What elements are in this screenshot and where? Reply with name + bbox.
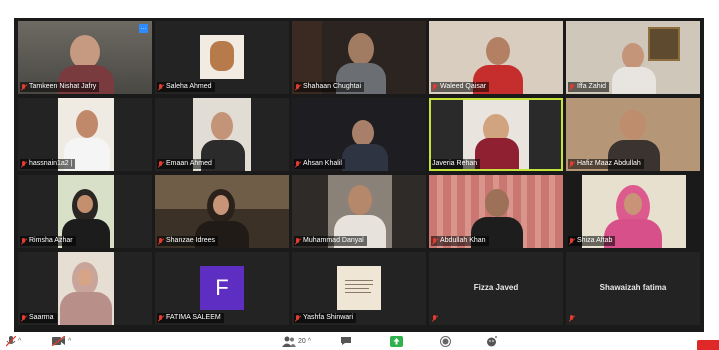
participant-name: Saleha Ahmed: [166, 83, 212, 90]
mic-muted-icon: [569, 237, 575, 245]
more-options-icon[interactable]: …: [139, 24, 148, 33]
video-tile[interactable]: Emaan Ahmed: [155, 98, 289, 171]
participant-name: Shiza Aftab: [577, 237, 613, 244]
participant-name: Rimsha Azhar: [29, 237, 73, 244]
mic-muted-icon: [295, 83, 301, 91]
video-tile[interactable]: Yashfa Shinwari: [292, 252, 426, 325]
mic-muted-icon: [21, 83, 27, 91]
reactions-button[interactable]: [486, 335, 498, 347]
video-tile[interactable]: Muhammad Danyal: [292, 175, 426, 248]
video-tile[interactable]: Rimsha Azhar: [18, 175, 152, 248]
participant-name: Ahsan Khalil: [303, 160, 342, 167]
video-tile[interactable]: Shawaizah fatima: [566, 252, 700, 325]
chevron-up-icon[interactable]: ^: [308, 338, 311, 345]
mute-button[interactable]: ^: [6, 335, 21, 347]
chat-button[interactable]: [340, 335, 352, 347]
participants-button[interactable]: 20 ^: [282, 335, 311, 347]
video-tile[interactable]: Fizza Javed: [429, 252, 563, 325]
participant-name: Tamkeen Nishat Jafry: [29, 83, 97, 90]
chevron-up-icon[interactable]: ^: [18, 338, 21, 345]
video-tile[interactable]: Shiza Aftab: [566, 175, 700, 248]
participant-name: Waleed Qaisar: [440, 83, 487, 90]
mic-muted-icon: [158, 83, 164, 91]
video-tile[interactable]: Waleed Qaisar: [429, 21, 563, 94]
participant-name: Shahaan Chughtai: [303, 83, 361, 90]
mic-muted-icon: [569, 83, 575, 91]
video-tile[interactable]: … Tamkeen Nishat Jafry: [18, 21, 152, 94]
meeting-toolbar: ^ ^ 20 ^: [0, 332, 719, 350]
video-tile[interactable]: Shahaan Chughtai: [292, 21, 426, 94]
mic-muted-icon: [432, 83, 438, 91]
participant-name: Emaan Ahmed: [166, 160, 212, 167]
zoom-meeting-window: … Tamkeen Nishat Jafry Saleha Ahmed Shah…: [0, 0, 719, 350]
share-screen-icon: [390, 335, 403, 347]
video-tile[interactable]: Saarma: [18, 252, 152, 325]
mic-muted-icon: [295, 314, 301, 322]
video-tile[interactable]: hassnain1a2 |: [18, 98, 152, 171]
video-tile-active-speaker[interactable]: Javeria Rehan: [429, 98, 563, 171]
participant-name: Hafiz Maaz Abdullah: [577, 160, 641, 167]
chat-icon: [341, 337, 351, 345]
video-tile[interactable]: F FATIMA SALEEM: [155, 252, 289, 325]
participant-name: Yashfa Shinwari: [303, 314, 354, 321]
reactions-icon: [487, 335, 497, 346]
mic-muted-icon: [569, 314, 575, 322]
record-button[interactable]: [440, 335, 451, 347]
mic-muted-icon: [432, 237, 438, 245]
mic-muted-icon: [158, 237, 164, 245]
chevron-up-icon[interactable]: ^: [68, 338, 71, 345]
mic-muted-icon: [21, 314, 27, 322]
participant-name: FATIMA SALEEM: [166, 314, 221, 321]
participant-name: hassnain1a2 |: [29, 160, 73, 167]
participant-name: Iffa Zahid: [577, 83, 607, 90]
participants-count: 20: [298, 337, 306, 345]
video-tile[interactable]: Hafiz Maaz Abdullah: [566, 98, 700, 171]
mic-muted-icon: [21, 160, 27, 168]
mic-muted-icon: [295, 160, 301, 168]
video-tile[interactable]: Ahsan Khalil: [292, 98, 426, 171]
participant-name: Saarma: [29, 314, 54, 321]
video-tile[interactable]: Abdullah Khan: [429, 175, 563, 248]
share-screen-button[interactable]: [390, 335, 403, 347]
start-video-button[interactable]: ^: [52, 335, 71, 347]
mic-muted-icon: [295, 237, 301, 245]
participant-name: Muhammad Danyal: [303, 237, 364, 244]
mic-muted-icon: [432, 314, 438, 322]
record-icon: [440, 335, 451, 347]
mic-muted-icon: [6, 335, 16, 346]
participants-icon: [282, 336, 296, 347]
leave-button[interactable]: [697, 340, 719, 350]
participant-name: Shanzae Idrees: [166, 237, 216, 244]
gallery-view: … Tamkeen Nishat Jafry Saleha Ahmed Shah…: [14, 18, 704, 332]
video-tile[interactable]: Shanzae Idrees: [155, 175, 289, 248]
avatar: F: [200, 266, 244, 310]
participant-name: Abdullah Khan: [440, 237, 486, 244]
mic-muted-icon: [158, 160, 164, 168]
participant-name-centered: Fizza Javed: [473, 283, 519, 292]
participant-name-centered: Shawaizah fatima: [599, 283, 667, 292]
participant-name: Javeria Rehan: [432, 160, 478, 167]
mic-muted-icon: [569, 160, 575, 168]
video-tile[interactable]: Iffa Zahid: [566, 21, 700, 94]
mic-muted-icon: [21, 237, 27, 245]
video-off-icon: [52, 336, 66, 346]
mic-muted-icon: [158, 314, 164, 322]
video-tile[interactable]: Saleha Ahmed: [155, 21, 289, 94]
